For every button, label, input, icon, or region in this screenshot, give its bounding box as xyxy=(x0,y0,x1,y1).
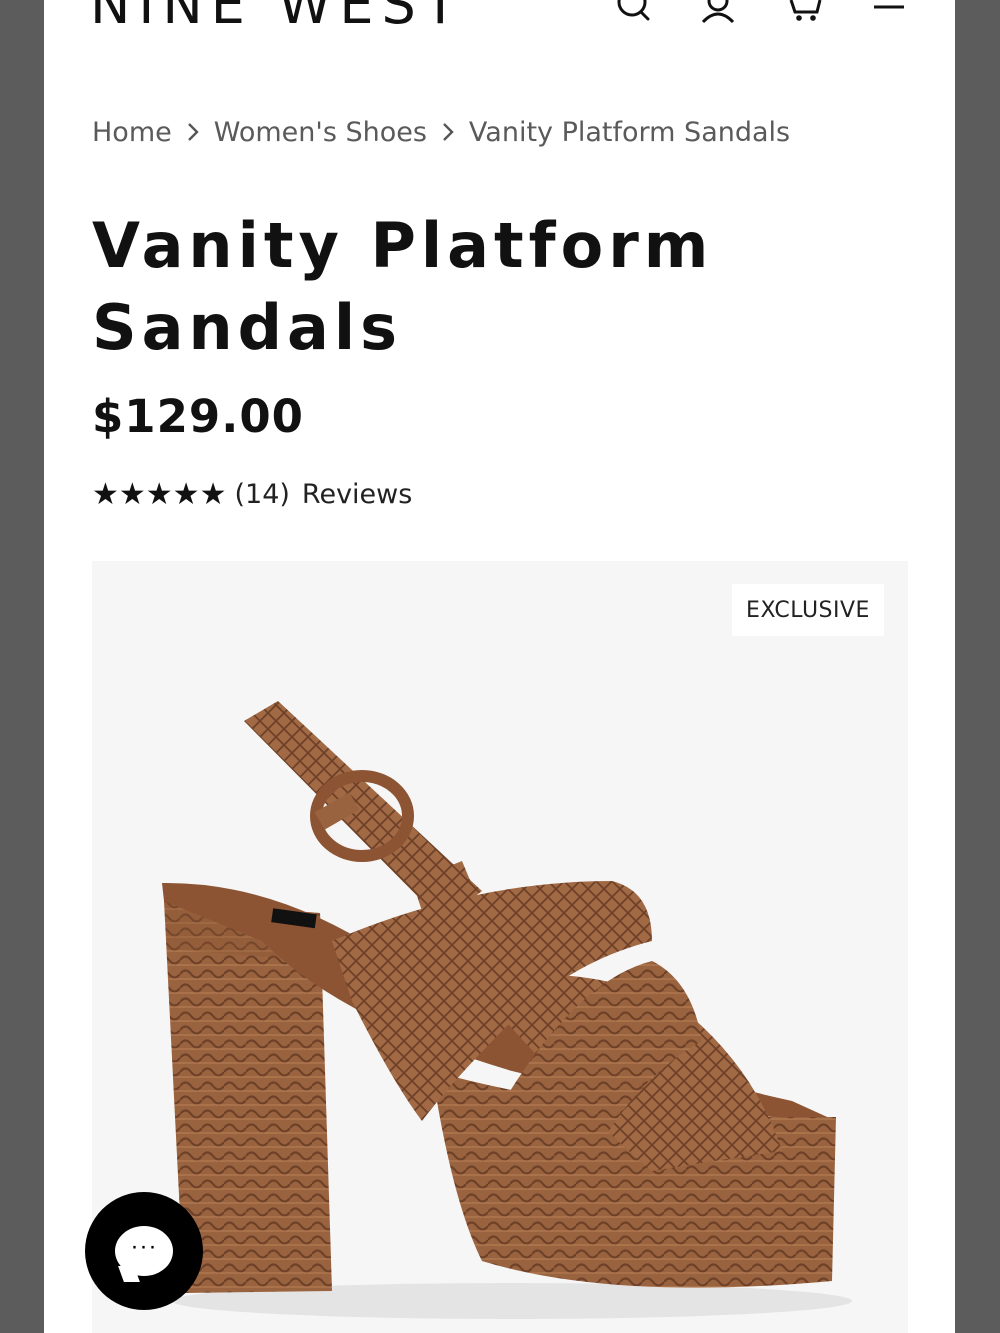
product-rating[interactable]: ★★★★★ (14) Reviews xyxy=(92,474,412,514)
reviews-link[interactable]: Reviews xyxy=(302,479,412,510)
chevron-right-icon xyxy=(186,121,200,143)
breadcrumb-home[interactable]: Home xyxy=(92,117,172,148)
search-icon[interactable] xyxy=(614,0,654,24)
product-title: Vanity Platform Sandals xyxy=(92,209,714,364)
product-price: $129.00 xyxy=(92,390,304,443)
brand-logo[interactable]: NINE WEST xyxy=(90,0,465,32)
chat-button[interactable]: ··· xyxy=(85,1192,203,1310)
chat-dots: ··· xyxy=(130,1233,158,1260)
cart-icon[interactable] xyxy=(787,0,823,24)
site-header: NINE WEST xyxy=(44,0,955,40)
sandal-illustration xyxy=(162,701,852,1319)
account-icon[interactable] xyxy=(700,0,736,24)
breadcrumb-womens-shoes[interactable]: Women's Shoes xyxy=(214,117,427,148)
chat-icon: ··· xyxy=(115,1226,173,1276)
product-image[interactable]: EXCLUSIVE xyxy=(92,561,908,1333)
breadcrumb-current: Vanity Platform Sandals xyxy=(468,116,791,148)
star-rating-icon: ★★★★★ xyxy=(92,476,227,512)
breadcrumb: Home Women's Shoes Vanity Platform Sanda… xyxy=(92,112,790,152)
chevron-right-icon xyxy=(441,121,455,143)
menu-icon[interactable] xyxy=(872,0,906,14)
review-count: (14) xyxy=(234,478,290,510)
product-page: NINE WEST Home Women's Shoes Vanity Plat… xyxy=(44,0,955,1333)
